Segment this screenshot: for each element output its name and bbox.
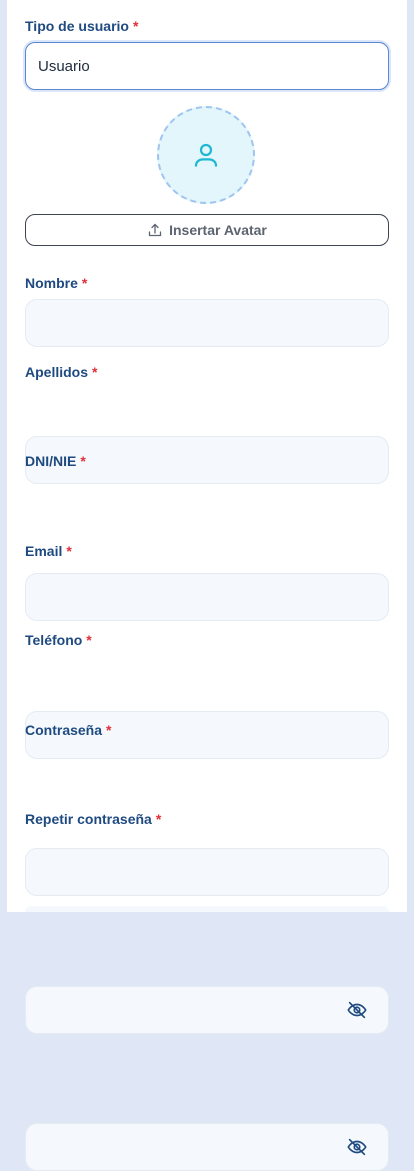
required-mark: * [132,18,139,34]
eye-off-icon[interactable] [346,1136,368,1158]
required-mark: * [155,811,162,827]
apellidos-label: Apellidos * [25,364,98,380]
nombre-label: Nombre * [25,275,88,291]
user-type-value: Usuario [38,57,90,75]
upload-icon [148,223,162,237]
telefono-input[interactable] [25,848,389,896]
required-mark: * [106,722,112,738]
required-mark: * [80,453,86,469]
avatar-placeholder[interactable] [157,106,255,204]
dni-nie-input[interactable] [25,573,389,621]
next-field-partial [25,906,389,912]
user-type-select[interactable]: Usuario [25,42,389,90]
nombre-input[interactable] [25,299,389,347]
email-label: Email * [25,543,72,559]
required-mark: * [66,543,72,559]
eye-off-icon[interactable] [346,999,368,1021]
repeat-password-input[interactable] [25,1123,389,1171]
user-type-label: Tipo de usuario * [25,18,139,34]
insert-avatar-button[interactable]: Insertar Avatar [25,214,389,246]
required-mark: * [81,275,88,291]
user-icon [194,143,218,167]
required-mark: * [92,364,98,380]
password-input[interactable] [25,986,389,1034]
dni-nie-label: DNI/NIE * [25,453,86,469]
repeat-password-label: Repetir contraseña * [25,811,162,827]
insert-avatar-label: Insertar Avatar [169,222,267,238]
password-label: Contraseña * [25,722,112,738]
required-mark: * [86,632,92,648]
telefono-label: Teléfono * [25,632,92,648]
